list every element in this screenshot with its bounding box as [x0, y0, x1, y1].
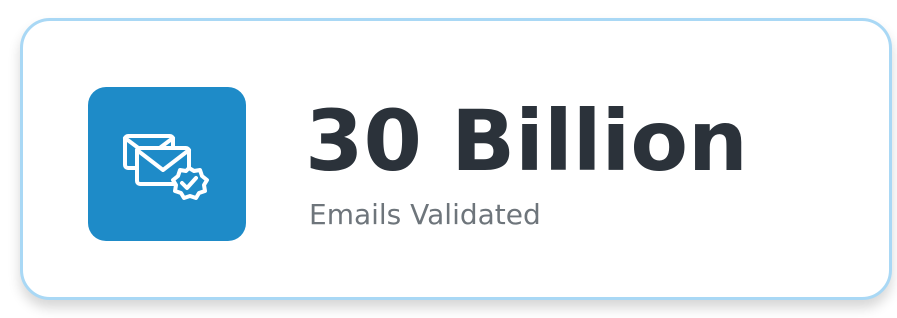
email-verified-icon	[123, 134, 209, 200]
stat-value: 30 Billion	[305, 92, 748, 190]
stat-label: Emails Validated	[309, 198, 541, 231]
stat-card: 30 Billion Emails Validated	[20, 18, 892, 300]
email-verified-icon-tile	[88, 87, 246, 241]
